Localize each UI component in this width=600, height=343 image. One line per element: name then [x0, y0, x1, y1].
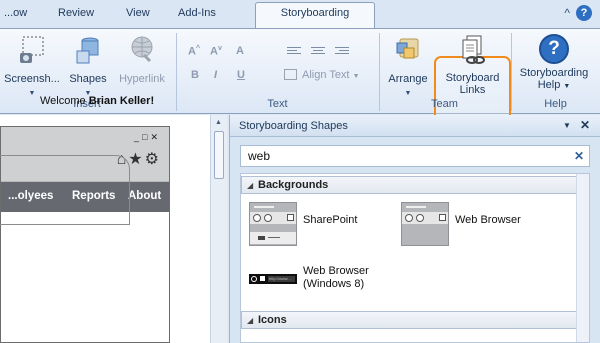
minimize-ribbon-icon[interactable]: ^ — [564, 6, 570, 20]
help-icon: ? — [539, 34, 569, 64]
arrange-button[interactable]: Arrange ▼ — [384, 35, 432, 100]
storyboard-links-label-1: Storyboard — [445, 72, 500, 84]
pane-header: Storyboarding Shapes ▼ ✕ — [230, 115, 600, 137]
scroll-thumb[interactable] — [214, 131, 224, 179]
bold-icon[interactable]: B — [191, 69, 199, 81]
web-browser-label: Web Browser — [455, 214, 521, 226]
tab-workflow[interactable]: ...ow — [4, 7, 27, 19]
team-group-label: Team — [431, 98, 458, 110]
storyboard-links-button[interactable]: Storyboard Links — [436, 34, 509, 96]
storyboard-links-icon — [462, 35, 485, 64]
shapes-icon — [76, 37, 99, 64]
section-backgrounds-label: Backgrounds — [258, 179, 329, 191]
canvas-scrollbar[interactable]: ▲ — [210, 115, 227, 343]
storyboard-links-label-2: Links — [459, 84, 486, 96]
tab-review[interactable]: Review — [58, 7, 94, 19]
align-left-icon[interactable] — [287, 47, 301, 58]
sharepoint-thumbnail — [249, 202, 297, 246]
shapes-button[interactable]: Shapes ▼ — [66, 35, 110, 100]
shape-web-browser[interactable]: Web Browser — [393, 198, 573, 250]
hyperlink-label: Hyperlink — [119, 73, 165, 85]
web-browser-w8-label: Web Browser (Windows 8) — [303, 265, 369, 291]
pane-title: Storyboarding Shapes — [239, 120, 348, 132]
window-controls-icon: _□✕ — [134, 132, 161, 142]
sharepoint-label: SharePoint — [303, 214, 358, 226]
hyperlink-globe-icon — [131, 36, 153, 63]
w8-label-line2: (Windows 8) — [303, 278, 365, 290]
ribbon-tabs: ...ow Review View Add-Ins Storyboarding … — [0, 0, 600, 29]
storyboarding-help-label-1: Storyboarding — [519, 67, 589, 79]
mock-welcome-text: Welcome Brian Keller! — [40, 95, 154, 107]
mock-content-box — [0, 155, 130, 225]
pane-options-icon[interactable]: ▼ — [563, 121, 571, 130]
arrange-icon — [396, 38, 419, 59]
shape-web-browser-windows-8[interactable]: http://www... Web Browser (Windows 8) — [241, 262, 421, 302]
screenshot-icon — [20, 36, 44, 63]
section-icons-label: Icons — [258, 314, 287, 326]
italic-icon[interactable]: I — [214, 69, 217, 81]
web-browser-thumbnail — [401, 202, 449, 246]
hyperlink-button[interactable]: Hyperlink — [114, 35, 170, 85]
shapes-label: Shapes — [69, 73, 107, 85]
search-results: ◢ Backgrounds SharePoint Web Browser htt… — [240, 173, 590, 343]
mock-nav-about: About — [128, 190, 162, 202]
underline-icon[interactable]: U — [237, 69, 245, 81]
text-group-label: Text — [267, 98, 288, 110]
collapse-triangle-icon: ◢ — [247, 316, 254, 325]
shape-search-input[interactable] — [248, 147, 548, 165]
screenshot-button[interactable]: Screensh... ▼ — [4, 35, 60, 100]
storyboarding-help-button[interactable]: ? Storyboarding Help ▼ — [514, 34, 594, 93]
grow-font-icon[interactable]: A^ — [188, 45, 200, 58]
align-text-label: Align Text — [302, 69, 350, 81]
web-browser-w8-thumbnail: http://www... — [249, 274, 297, 284]
help-icon[interactable]: ? — [576, 5, 592, 21]
section-icons[interactable]: ◢ Icons — [241, 311, 577, 329]
scroll-up-icon[interactable]: ▲ — [215, 119, 222, 126]
w8-label-line1: Web Browser — [303, 265, 369, 277]
align-center-icon[interactable] — [311, 47, 325, 58]
help-group-label: Help — [544, 98, 567, 110]
welcome-name: Brian Keller! — [88, 95, 155, 107]
tab-storyboarding[interactable]: Storyboarding — [255, 2, 375, 29]
close-pane-icon[interactable]: ✕ — [580, 118, 590, 132]
collapse-triangle-icon: ◢ — [247, 181, 254, 190]
arrange-label: Arrange — [388, 73, 428, 85]
welcome-prefix: Welcome — [40, 95, 89, 107]
align-text-button[interactable]: Align Text ▼ — [284, 69, 364, 83]
shape-search-box[interactable]: ✕ — [240, 145, 590, 167]
shape-sharepoint[interactable]: SharePoint — [241, 198, 411, 250]
align-text-icon — [284, 69, 297, 80]
align-right-icon[interactable] — [335, 47, 349, 58]
screenshot-label: Screensh... — [4, 73, 60, 85]
storyboarding-shapes-pane: Storyboarding Shapes ▼ ✕ ✕ ◢ Backgrounds… — [229, 115, 600, 343]
clear-format-icon[interactable]: A — [236, 45, 244, 57]
section-backgrounds[interactable]: ◢ Backgrounds — [241, 176, 577, 194]
chevron-down-icon: ▼ — [563, 83, 571, 90]
clear-search-icon[interactable]: ✕ — [574, 149, 584, 163]
shrink-font-icon[interactable]: Av — [210, 45, 222, 58]
tab-add-ins[interactable]: Add-Ins — [178, 7, 216, 19]
tab-view[interactable]: View — [126, 7, 150, 19]
results-scrollbar[interactable] — [576, 174, 589, 342]
storyboarding-help-label-2: Help — [537, 79, 561, 91]
w8-url-text: http://www... — [268, 276, 295, 282]
chevron-down-icon: ▼ — [352, 73, 360, 80]
